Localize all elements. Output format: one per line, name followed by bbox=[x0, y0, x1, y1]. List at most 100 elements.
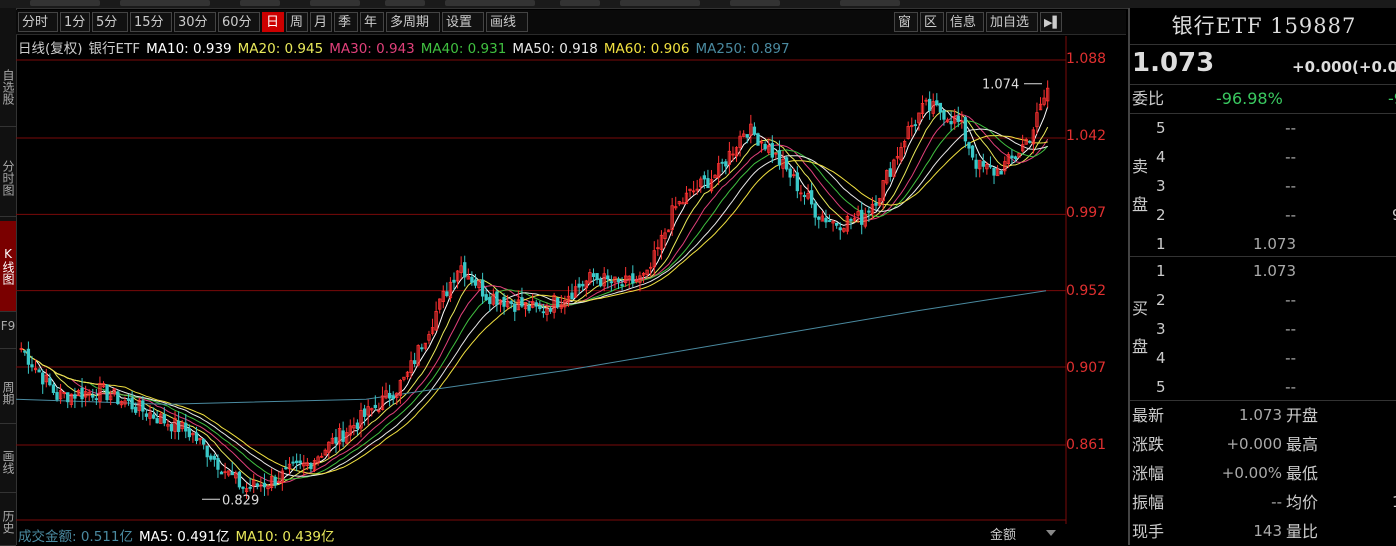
stat-row: 振幅--均价1 bbox=[1132, 493, 1396, 512]
candle-body bbox=[702, 175, 706, 180]
buy-level-row[interactable]: 4 -- bbox=[1130, 344, 1396, 373]
tab-30min[interactable]: 30分 bbox=[174, 12, 216, 32]
buy-level-row[interactable]: 2 -- bbox=[1130, 286, 1396, 315]
legend-turnover: 成交金额: 0.511亿 bbox=[18, 529, 133, 545]
price-change: +0.000(+0.0 bbox=[1292, 58, 1396, 76]
kline-chart[interactable]: 1.074 0.829 bbox=[16, 36, 1128, 524]
price-tick: 1.088 bbox=[1066, 51, 1107, 67]
volume-selector[interactable]: 金额 bbox=[990, 524, 1016, 543]
candle-body bbox=[30, 364, 34, 368]
tab-15min[interactable]: 15分 bbox=[130, 12, 172, 32]
candle-body bbox=[51, 384, 56, 393]
expand-icon[interactable]: ▶▌ bbox=[1040, 12, 1062, 32]
candle-body bbox=[248, 486, 252, 489]
sidebar-item-f9[interactable]: F9 bbox=[0, 318, 16, 349]
candle-body bbox=[66, 392, 70, 403]
candle-body bbox=[631, 273, 635, 284]
sell-level-row[interactable]: 2--9 bbox=[1130, 201, 1396, 230]
price-tick: 0.861 bbox=[1066, 437, 1107, 453]
candle-body bbox=[91, 394, 95, 398]
candle-body bbox=[362, 408, 367, 417]
candle-body bbox=[849, 218, 853, 221]
tab-multi-period[interactable]: 多周期 bbox=[386, 12, 440, 32]
candle-body bbox=[26, 348, 31, 365]
sell-level-row[interactable]: 4 -- bbox=[1130, 143, 1396, 172]
chevron-down-icon[interactable] bbox=[1046, 530, 1056, 536]
buy-level-row[interactable]: 5 -- bbox=[1130, 373, 1396, 402]
candle-body bbox=[809, 190, 814, 205]
sidebar-item-period[interactable]: 周期 bbox=[0, 363, 16, 424]
candle-body bbox=[184, 422, 188, 432]
candle-body bbox=[105, 384, 109, 401]
sidebar-item-kline[interactable]: K线图 bbox=[0, 221, 16, 312]
quote-panel: 银行ETF 159887 1.073 +0.000(+0.0 委比 -96.98… bbox=[1128, 8, 1396, 545]
buy-level-row[interactable]: 3 -- bbox=[1130, 315, 1396, 344]
sell-level-row[interactable]: 1 1.073 bbox=[1130, 230, 1396, 259]
candle-body bbox=[956, 115, 960, 122]
candle-body bbox=[591, 273, 596, 278]
add-watchlist-button[interactable]: 加自选 bbox=[986, 12, 1038, 32]
candle-body bbox=[334, 437, 338, 444]
candle-body bbox=[598, 278, 603, 287]
candle-body bbox=[373, 404, 377, 409]
candle-body bbox=[720, 161, 724, 164]
price-tick: 0.997 bbox=[1066, 205, 1107, 221]
candle-body bbox=[520, 297, 524, 307]
sell-level-row[interactable]: 3 -- bbox=[1130, 172, 1396, 201]
candle-body bbox=[763, 143, 767, 150]
volume-legend: 成交金额: 0.511亿 MA5: 0.491亿 MA10: 0.439亿 bbox=[18, 525, 341, 545]
legend-vol-ma5: MA5: 0.491亿 bbox=[139, 529, 230, 545]
candle-body bbox=[913, 124, 918, 127]
candle-body bbox=[595, 273, 599, 280]
candle-body bbox=[355, 422, 360, 429]
candle-body bbox=[620, 284, 624, 287]
candle-body bbox=[284, 467, 288, 470]
sidebar-item-draw[interactable]: 画线 bbox=[0, 432, 16, 493]
tab-60min[interactable]: 60分 bbox=[218, 12, 260, 32]
price-tick: 0.952 bbox=[1066, 283, 1107, 299]
candle-body bbox=[609, 281, 614, 284]
candle-body bbox=[209, 455, 213, 460]
zone-button[interactable]: 区 bbox=[920, 12, 944, 32]
low-label: 0.829 bbox=[222, 493, 259, 508]
candle-body bbox=[470, 276, 474, 283]
candle-body bbox=[116, 391, 120, 405]
legend-vol-ma10: MA10: 0.439亿 bbox=[235, 529, 335, 545]
tab-quarter[interactable]: 季 bbox=[334, 12, 358, 32]
settings-button[interactable]: 设置 bbox=[442, 12, 484, 32]
weibi-row: 委比 -96.98% -9 bbox=[1132, 89, 1396, 108]
tab-month[interactable]: 月 bbox=[310, 12, 332, 32]
candle-body bbox=[216, 458, 220, 470]
candle-body bbox=[262, 482, 267, 488]
window-button[interactable]: 窗 bbox=[894, 12, 918, 32]
candle-body bbox=[1010, 155, 1014, 159]
candle-body bbox=[484, 294, 488, 301]
candle-body bbox=[999, 170, 1003, 175]
candle-body bbox=[527, 305, 531, 311]
sell-level-row[interactable]: 5 -- bbox=[1130, 114, 1396, 143]
left-sidebar: 自选股 分时图 K线图 F9 周期 画线 历史 bbox=[0, 8, 17, 546]
candle-body bbox=[556, 297, 560, 308]
candle-body bbox=[41, 372, 45, 385]
candle-body bbox=[541, 311, 546, 314]
candle-body bbox=[130, 397, 134, 410]
candle-body bbox=[616, 279, 621, 283]
draw-button[interactable]: 画线 bbox=[486, 12, 528, 32]
tab-intraday[interactable]: 分时 bbox=[18, 12, 58, 32]
candle-body bbox=[538, 305, 542, 310]
candle-body bbox=[273, 476, 277, 486]
info-button[interactable]: 信息 bbox=[946, 12, 984, 32]
sidebar-item-intraday[interactable]: 分时图 bbox=[0, 140, 16, 217]
candle-body bbox=[534, 302, 538, 307]
tab-day[interactable]: 日 bbox=[262, 12, 284, 32]
tab-week[interactable]: 周 bbox=[286, 12, 308, 32]
candle-body bbox=[452, 279, 456, 283]
price-tick: 0.907 bbox=[1066, 360, 1107, 376]
sidebar-item-history[interactable]: 历史 bbox=[0, 498, 16, 546]
tab-year[interactable]: 年 bbox=[360, 12, 384, 32]
sidebar-item-watchlist[interactable]: 自选股 bbox=[0, 48, 16, 127]
buy-level-row[interactable]: 1 1.073 bbox=[1130, 257, 1396, 286]
tab-1min[interactable]: 1分 bbox=[60, 12, 90, 32]
candle-body bbox=[949, 121, 953, 125]
tab-5min[interactable]: 5分 bbox=[92, 12, 128, 32]
